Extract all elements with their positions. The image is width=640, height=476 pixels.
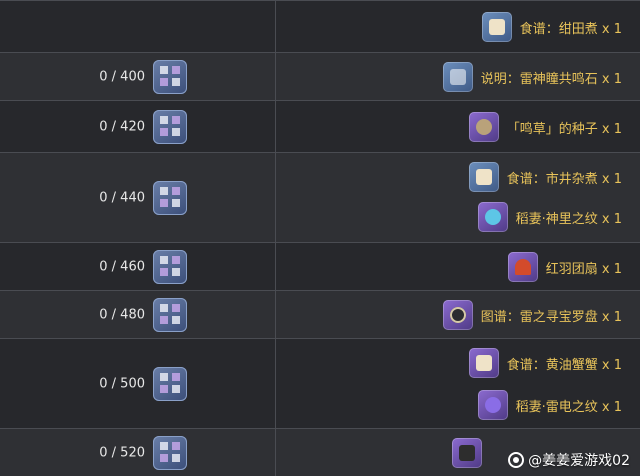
reward-row: 0 / 460 红羽团扇 x 1 [0,242,640,290]
reward-label: 食谱：绀田煮 x 1 [519,21,622,37]
reward-row: 0 / 440 食谱：市井杂煮 x 1 稻妻·神里之纹 x 1 [0,152,640,242]
watermark-text: @姜姜爱游戏02 [528,453,630,469]
reward-item[interactable]: 图谱：雷之寻宝罗盘 x 1 [442,298,622,332]
progress-count: 0 / 440 [99,190,145,205]
reward-row: 0 / 420 「鸣草」的种子 x 1 [0,100,640,152]
recipe-scroll-icon [468,162,499,192]
instruction-scroll-icon [442,62,473,92]
left-column [0,1,276,52]
reward-label: 说明：雷神瞳共鸣石 x 1 [480,71,622,87]
reward-label: 稻妻·神里之纹 x 1 [515,211,622,227]
reward-label: 图谱：雷之寻宝罗盘 x 1 [480,309,622,325]
raiden-pattern-icon [477,390,508,420]
progress-count: 0 / 520 [99,445,145,460]
left-column: 0 / 400 [0,53,276,100]
reward-item[interactable]: 食谱：黄油蟹蟹 x 1 [468,346,622,380]
recipe-scroll-icon [468,348,499,378]
reward-label: 红羽团扇 x 1 [545,261,622,277]
reputation-medal-icon [153,297,187,332]
left-column: 0 / 520 [0,429,276,476]
reputation-medal-icon [153,109,187,144]
reward-label: 「鸣草」的种子 x 1 [506,121,622,137]
left-column: 0 / 420 [0,101,276,152]
watermark-logo-icon [508,452,525,468]
progress-count: 0 / 500 [99,376,145,391]
reputation-medal-icon [153,249,187,284]
progress-count: 0 / 480 [99,307,145,322]
watermark: @姜姜爱游戏02 [508,450,630,470]
recipe-scroll-icon [481,12,512,42]
red-feather-fan-icon [507,252,538,282]
left-column: 0 / 460 [0,243,276,290]
weapon-item-icon [452,438,482,468]
reward-item[interactable]: 食谱：市井杂煮 x 1 [468,160,622,194]
reward-item[interactable]: 稻妻·雷电之纹 x 1 [477,388,622,422]
reward-row: 0 / 500 食谱：黄油蟹蟹 x 1 稻妻·雷电之纹 x 1 [0,338,640,428]
progress-count: 0 / 400 [99,69,145,84]
reward-label: 稻妻·雷电之纹 x 1 [515,399,622,415]
reward-item[interactable]: 食谱：绀田煮 x 1 [481,10,622,44]
reward-row: 食谱：绀田煮 x 1 [0,0,640,52]
seed-bag-icon [468,112,499,142]
reward-row: 0 / 480 图谱：雷之寻宝罗盘 x 1 [0,290,640,338]
reward-item[interactable]: 稻妻·神里之纹 x 1 [477,200,622,234]
reputation-medal-icon [153,59,187,94]
left-column: 0 / 440 [0,153,276,242]
reward-item[interactable]: 「鸣草」的种子 x 1 [468,110,622,144]
reward-item[interactable]: 红羽团扇 x 1 [507,250,622,284]
reward-label: 食谱：市井杂煮 x 1 [506,171,622,187]
reward-label: 食谱：黄油蟹蟹 x 1 [506,357,622,373]
left-column: 0 / 480 [0,291,276,338]
progress-count: 0 / 460 [99,259,145,274]
kamisato-pattern-icon [477,202,508,232]
reward-item[interactable]: 说明：雷神瞳共鸣石 x 1 [442,60,622,94]
reputation-medal-icon [153,435,187,470]
reputation-medal-icon [153,180,187,215]
reward-row: 0 / 400 说明：雷神瞳共鸣石 x 1 [0,52,640,100]
reward-item[interactable] [452,436,490,470]
reputation-medal-icon [153,366,187,401]
left-column: 0 / 500 [0,339,276,428]
progress-count: 0 / 420 [99,119,145,134]
compass-diagram-icon [442,300,473,330]
